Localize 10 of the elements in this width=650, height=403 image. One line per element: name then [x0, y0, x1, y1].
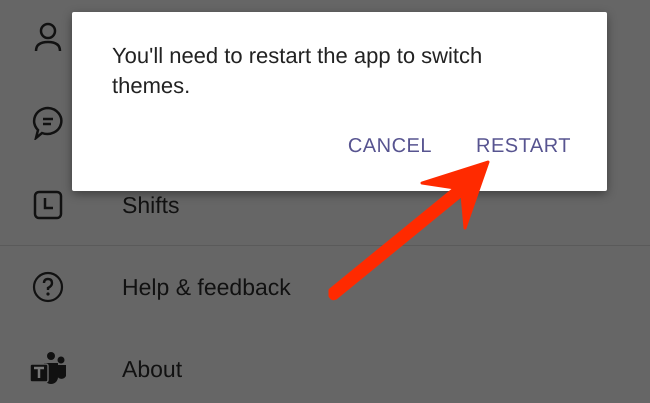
- help-icon: [32, 271, 64, 303]
- restart-button[interactable]: RESTART: [468, 131, 579, 162]
- clock-icon: [33, 190, 63, 220]
- menu-item-label[interactable]: Help & feedback: [122, 274, 291, 300]
- menu-item-label[interactable]: Shifts: [122, 192, 180, 218]
- cancel-button[interactable]: CANCEL: [340, 131, 440, 162]
- team-logo-icon: [29, 351, 67, 387]
- dialog-message: You'll need to restart the app to switch themes.: [112, 42, 484, 100]
- chat-icon: [32, 106, 64, 140]
- menu-item-label[interactable]: About: [122, 356, 182, 382]
